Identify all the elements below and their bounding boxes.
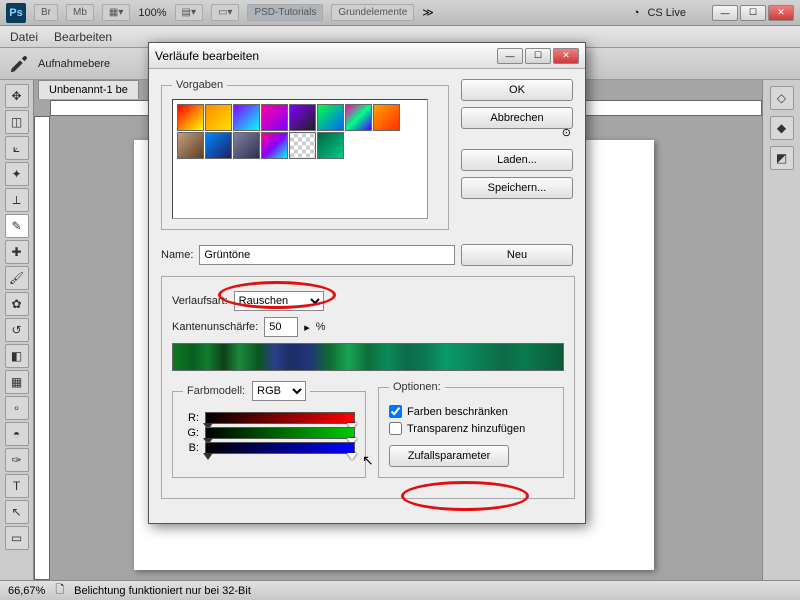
preset-swatch[interactable]: [373, 104, 400, 131]
colormodel-label: Farbmodell:: [187, 385, 245, 397]
roughness-label: Kantenunschärfe:: [172, 321, 258, 333]
wand-tool[interactable]: ✦: [5, 162, 29, 186]
preset-swatch[interactable]: [205, 104, 232, 131]
b-label: B:: [183, 442, 199, 454]
tab-psd-tutorials[interactable]: PSD-Tutorials: [247, 4, 323, 21]
preset-swatch[interactable]: [261, 104, 288, 131]
randomize-button[interactable]: Zufallsparameter: [389, 445, 509, 467]
g-label: G:: [183, 427, 199, 439]
history-brush-tool[interactable]: ↺: [5, 318, 29, 342]
eyedropper-tool[interactable]: ✎: [5, 214, 29, 238]
app-close-button[interactable]: ✕: [768, 5, 794, 21]
dialog-maximize-button[interactable]: ☐: [525, 48, 551, 64]
screen-chip[interactable]: ▭▾: [211, 4, 239, 21]
view-chip[interactable]: ▤▾: [175, 4, 203, 21]
more-icon[interactable]: ≫: [422, 6, 434, 19]
preset-swatch[interactable]: [177, 132, 204, 159]
restrict-colors-checkbox[interactable]: Farben beschränken: [389, 405, 553, 418]
dialog-minimize-button[interactable]: —: [497, 48, 523, 64]
name-label: Name:: [161, 249, 193, 261]
stamp-tool[interactable]: ✿: [5, 292, 29, 316]
swatches-icon[interactable]: ◇: [770, 86, 794, 110]
right-panels: ◇ ◆ ◩: [762, 80, 800, 580]
crop-tool[interactable]: ⟂: [5, 188, 29, 212]
gradient-type-select[interactable]: Rauschen: [234, 291, 324, 311]
r-label: R:: [183, 412, 199, 424]
status-zoom[interactable]: 66,67%: [8, 585, 45, 597]
optionsbar-label: Aufnahmebere: [38, 58, 110, 70]
options-legend: Optionen:: [389, 381, 445, 393]
name-input[interactable]: [199, 245, 455, 265]
tools-panel: ✥ ◫ ⟀ ✦ ⟂ ✎ ✚ 🖌 ✿ ↺ ◧ ▦ ∘ ◓ ✑ T ↖ ▭: [0, 80, 34, 580]
adjust-icon[interactable]: ◩: [770, 146, 794, 170]
gradient-tool[interactable]: ▦: [5, 370, 29, 394]
ok-button[interactable]: OK: [461, 79, 573, 101]
save-button[interactable]: Speichern...: [461, 177, 573, 199]
layout-chip[interactable]: ▦▾: [102, 4, 130, 21]
color-icon[interactable]: ◆: [770, 116, 794, 140]
lasso-tool[interactable]: ⟀: [5, 136, 29, 160]
preset-swatch[interactable]: [289, 132, 316, 159]
type-label: Verlaufsart:: [172, 295, 228, 307]
cancel-button[interactable]: Abbrechen: [461, 107, 573, 129]
ps-logo: Ps: [6, 3, 26, 23]
zoom-label[interactable]: 100%: [138, 7, 166, 19]
preset-swatch[interactable]: [233, 132, 260, 159]
tab-grundelemente[interactable]: Grundelemente: [331, 4, 414, 21]
preset-swatch[interactable]: [317, 104, 344, 131]
preset-swatch[interactable]: [233, 104, 260, 131]
pct-label: %: [316, 321, 326, 333]
mb-chip[interactable]: Mb: [66, 4, 94, 21]
load-button[interactable]: Laden...: [461, 149, 573, 171]
statusbar: 66,67% 🗋 Belichtung funktioniert nur bei…: [0, 580, 800, 600]
r-slider[interactable]: [205, 412, 355, 424]
gradient-preview: [172, 343, 564, 371]
g-slider[interactable]: [205, 427, 355, 439]
menu-edit[interactable]: Bearbeiten: [54, 30, 112, 44]
preset-swatch[interactable]: [205, 132, 232, 159]
preset-swatch[interactable]: [177, 104, 204, 131]
cslive-icon[interactable]: ◔: [633, 7, 640, 19]
eraser-tool[interactable]: ◧: [5, 344, 29, 368]
preset-swatch[interactable]: [345, 104, 372, 131]
path-tool[interactable]: ↖: [5, 500, 29, 524]
cslive-label[interactable]: CS Live: [647, 7, 686, 19]
preset-swatch[interactable]: [317, 132, 344, 159]
type-tool[interactable]: T: [5, 474, 29, 498]
app-maximize-button[interactable]: ☐: [740, 5, 766, 21]
add-transparency-checkbox[interactable]: Transparenz hinzufügen: [389, 422, 553, 435]
dialog-title: Verläufe bearbeiten: [155, 49, 497, 63]
marquee-tool[interactable]: ◫: [5, 110, 29, 134]
gradient-editor-dialog: Verläufe bearbeiten — ☐ ✕ Vorgaben ⊙ OK …: [148, 42, 586, 524]
blur-tool[interactable]: ∘: [5, 396, 29, 420]
br-chip[interactable]: Br: [34, 4, 58, 21]
b-slider[interactable]: [205, 442, 355, 454]
dialog-titlebar[interactable]: Verläufe bearbeiten — ☐ ✕: [149, 43, 585, 69]
preset-swatch[interactable]: [261, 132, 288, 159]
pen-tool[interactable]: ✑: [5, 448, 29, 472]
shape-tool[interactable]: ▭: [5, 526, 29, 550]
document-tab[interactable]: Unbenannt-1 be: [38, 80, 139, 99]
presets-box[interactable]: [172, 99, 428, 219]
ruler-left: [34, 116, 50, 580]
eyedropper-icon: [8, 53, 30, 75]
presets-legend: Vorgaben: [172, 79, 227, 91]
colormodel-select[interactable]: RGB: [252, 381, 306, 401]
presets-menu-icon[interactable]: ⊙: [562, 126, 571, 139]
roughness-stepper[interactable]: ▸: [304, 321, 310, 334]
preset-swatch[interactable]: [289, 104, 316, 131]
menu-file[interactable]: Datei: [10, 30, 38, 44]
roughness-input[interactable]: [264, 317, 298, 337]
heal-tool[interactable]: ✚: [5, 240, 29, 264]
status-doc-icon: 🗋: [55, 581, 64, 600]
move-tool[interactable]: ✥: [5, 84, 29, 108]
dialog-close-button[interactable]: ✕: [553, 48, 579, 64]
app-minimize-button[interactable]: —: [712, 5, 738, 21]
status-msg: Belichtung funktioniert nur bei 32-Bit: [74, 585, 251, 597]
brush-tool[interactable]: 🖌: [5, 266, 29, 290]
new-button[interactable]: Neu: [461, 244, 573, 266]
app-titlebar: Ps Br Mb ▦▾ 100% ▤▾ ▭▾ PSD-Tutorials Gru…: [0, 0, 800, 26]
dodge-tool[interactable]: ◓: [5, 422, 29, 446]
